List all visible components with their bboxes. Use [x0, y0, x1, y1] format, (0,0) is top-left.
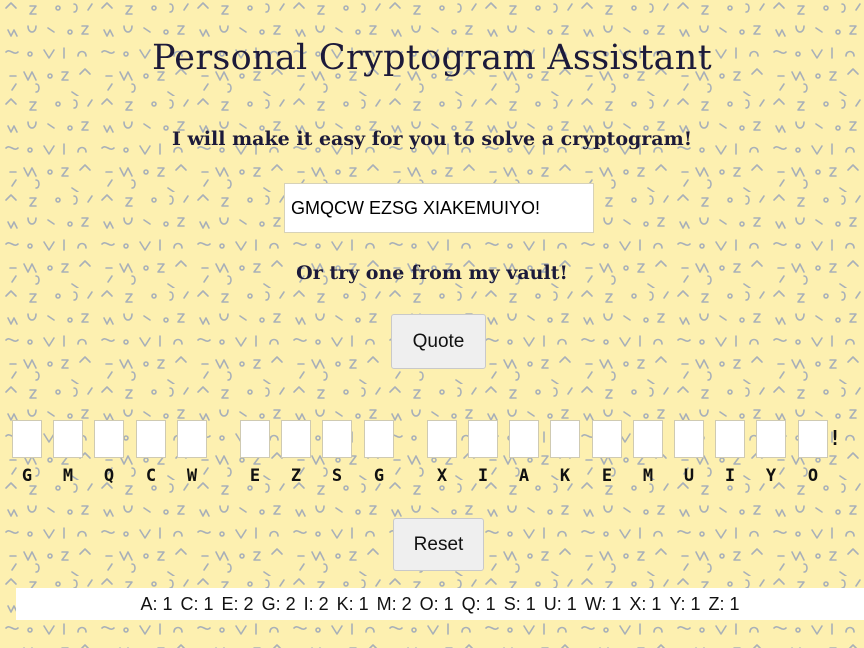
letter-cell: S [322, 420, 352, 490]
cipher-letter: C [145, 466, 157, 486]
punctuation-mark: ! [829, 426, 842, 450]
guess-input[interactable] [240, 420, 270, 458]
guess-input[interactable] [509, 420, 539, 458]
subtitle: I will make it easy for you to solve a c… [171, 128, 693, 150]
cipher-letter: O [807, 466, 819, 486]
frequency-item: O: 1 [419, 594, 454, 614]
frequency-item: X: 1 [629, 594, 662, 614]
frequency-item: C: 1 [180, 594, 214, 614]
cipher-letter: M [642, 466, 654, 486]
guess-input[interactable] [592, 420, 622, 458]
letter-cell: I [715, 420, 745, 490]
letter-cell: A [509, 420, 539, 490]
cipher-letter: K [559, 466, 571, 486]
cipher-letter: A [518, 466, 530, 486]
frequency-item: M: 2 [376, 594, 412, 614]
frequency-item: E: 2 [221, 594, 254, 614]
guess-input[interactable] [715, 420, 745, 458]
frequency-item: W: 1 [584, 594, 622, 614]
frequency-item: Y: 1 [669, 594, 701, 614]
letter-cell: Y [756, 420, 786, 490]
frequency-item: U: 1 [543, 594, 577, 614]
guess-input[interactable] [322, 420, 352, 458]
frequency-item: S: 1 [503, 594, 536, 614]
guess-input[interactable] [468, 420, 498, 458]
letter-cell: Z [281, 420, 311, 490]
guess-input[interactable] [177, 420, 207, 458]
cipher-letter: Q [103, 466, 115, 486]
cipher-letter: U [683, 466, 695, 486]
guess-input[interactable] [136, 420, 166, 458]
reset-button[interactable]: Reset [393, 518, 484, 571]
frequency-item: K: 1 [336, 594, 369, 614]
letter-cell: M [53, 420, 83, 490]
frequency-item: Z: 1 [708, 594, 740, 614]
letter-cell: G [364, 420, 394, 490]
cryptogram-input[interactable] [284, 183, 594, 233]
letter-cell: M [633, 420, 663, 490]
guess-input[interactable] [550, 420, 580, 458]
guess-input[interactable] [427, 420, 457, 458]
frequency-item: Q: 1 [461, 594, 496, 614]
letter-cell: I [468, 420, 498, 490]
cipher-letter: Z [290, 466, 302, 486]
guess-input[interactable] [94, 420, 124, 458]
letter-cell: Q [94, 420, 124, 490]
cipher-letter: Y [765, 466, 777, 486]
cipher-letter: G [373, 466, 385, 486]
letter-cell: U [674, 420, 704, 490]
letter-cell: E [240, 420, 270, 490]
cipher-letter: M [62, 466, 74, 486]
guess-input[interactable] [53, 420, 83, 458]
frequency-item: I: 2 [303, 594, 329, 614]
cipher-letter: W [186, 466, 198, 486]
cipher-letter: I [724, 466, 736, 486]
letter-frequency-bar: A: 1 C: 1 E: 2 G: 2 I: 2 K: 1 M: 2 O: 1 Q: 1 S: 1… [16, 588, 864, 620]
guess-input[interactable] [633, 420, 663, 458]
letter-cell: C [136, 420, 166, 490]
guess-input[interactable] [756, 420, 786, 458]
quote-button[interactable]: Quote [391, 314, 486, 369]
vault-prompt: Or try one from my vault! [296, 262, 568, 284]
cipher-letter: S [331, 466, 343, 486]
letter-cell: K [550, 420, 580, 490]
cipher-letter: G [21, 466, 33, 486]
guess-input[interactable] [364, 420, 394, 458]
guess-input[interactable] [798, 420, 828, 458]
letter-cell: E [592, 420, 622, 490]
letter-cell: X [427, 420, 457, 490]
letter-cell: G [12, 420, 42, 490]
puzzle-board: G M Q C W E Z S G X I A K E M U I Y O! [12, 420, 864, 490]
guess-input[interactable] [281, 420, 311, 458]
letter-cell: W [177, 420, 207, 490]
cipher-letter: I [477, 466, 489, 486]
frequency-item: G: 2 [261, 594, 296, 614]
cipher-letter: X [436, 466, 448, 486]
page-title: Personal Cryptogram Assistant [152, 38, 712, 78]
letter-cell: O [798, 420, 828, 490]
frequency-item: A: 1 [140, 594, 173, 614]
guess-input[interactable] [674, 420, 704, 458]
cipher-letter: E [601, 466, 613, 486]
guess-input[interactable] [12, 420, 42, 458]
cipher-letter: E [249, 466, 261, 486]
